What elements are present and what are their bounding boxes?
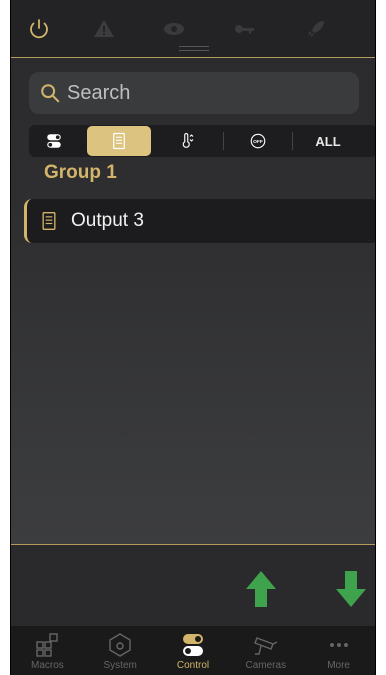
filter-toggle[interactable] xyxy=(29,126,79,156)
arrow-up-icon[interactable] xyxy=(244,569,278,609)
group-title: Group 1 xyxy=(44,162,117,183)
search-input[interactable] xyxy=(67,81,337,105)
filter-all-label: ALL xyxy=(315,133,341,149)
power-icon[interactable] xyxy=(26,16,52,42)
eye-icon[interactable] xyxy=(161,16,187,42)
arrow-down-icon[interactable] xyxy=(334,569,368,609)
tab-label: Control xyxy=(176,660,210,671)
filter-all[interactable]: ALL xyxy=(293,126,363,156)
more-dots-icon xyxy=(329,643,348,647)
filter-bar: OFF ALL xyxy=(29,125,375,157)
output-panel-icon xyxy=(42,212,56,230)
tab-label: More xyxy=(327,660,350,671)
warning-icon[interactable] xyxy=(91,16,117,42)
action-bar xyxy=(11,544,375,626)
svg-text:OFF: OFF xyxy=(253,139,263,145)
app-screen: OFF ALL Group 1 Output 3 xyxy=(11,0,375,675)
filter-off[interactable]: OFF xyxy=(224,126,292,156)
key-icon[interactable] xyxy=(231,16,257,42)
output-panel-icon xyxy=(113,132,125,150)
tab-control[interactable]: Control xyxy=(157,626,230,675)
camera-icon xyxy=(253,637,278,655)
rocket-icon[interactable] xyxy=(303,16,329,42)
filter-output[interactable] xyxy=(87,126,151,156)
thermometer-icon xyxy=(182,133,194,148)
search-icon xyxy=(41,84,60,103)
toggle-switch-icon xyxy=(47,134,61,148)
system-shield-icon xyxy=(109,633,131,657)
tab-cameras[interactable]: Cameras xyxy=(229,626,302,675)
tab-macros[interactable]: Macros xyxy=(11,626,84,675)
filter-temperature[interactable] xyxy=(151,126,223,156)
tab-label: Cameras xyxy=(245,660,287,671)
macros-grid-icon xyxy=(36,633,59,657)
list-item[interactable]: Output 3 xyxy=(24,199,375,243)
status-bar xyxy=(11,0,375,58)
control-toggle-icon xyxy=(182,634,203,656)
tab-label: System xyxy=(103,660,137,671)
tab-more[interactable]: More xyxy=(302,626,375,675)
search-box[interactable] xyxy=(29,72,359,114)
tab-system[interactable]: System xyxy=(84,626,157,675)
drag-handle[interactable] xyxy=(179,46,209,52)
tab-bar: Macros System Control Cameras More xyxy=(11,626,375,675)
list-item-label: Output 3 xyxy=(71,210,144,231)
off-badge-icon: OFF xyxy=(250,133,266,149)
tab-label: Macros xyxy=(31,660,64,671)
frame-border-right xyxy=(375,0,376,675)
